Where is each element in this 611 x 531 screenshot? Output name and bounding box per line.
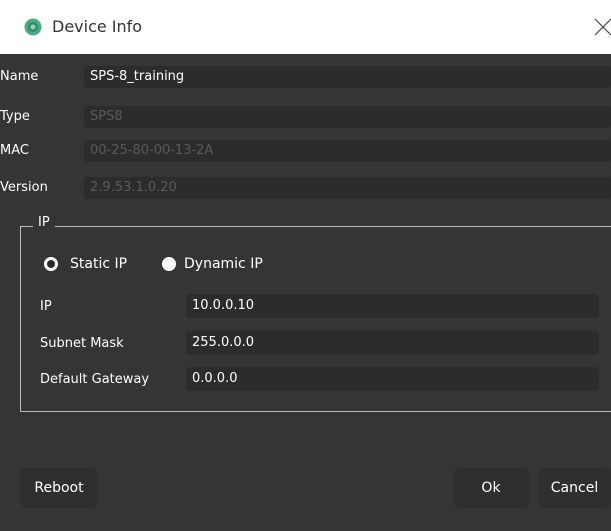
ip-group-title: IP bbox=[33, 215, 55, 230]
app-icon bbox=[24, 18, 42, 36]
mac-field: 00-25-80-00-13-2A bbox=[84, 140, 611, 162]
gateway-label: Default Gateway bbox=[40, 372, 150, 387]
name-label: Name bbox=[0, 69, 39, 84]
name-field[interactable]: SPS-8_training bbox=[84, 66, 611, 88]
mac-label: MAC bbox=[0, 143, 29, 158]
dynamic-ip-label: Dynamic IP bbox=[184, 256, 263, 272]
version-label: Version bbox=[0, 180, 48, 195]
ip-field[interactable]: 10.0.0.10 bbox=[186, 294, 599, 318]
subnet-field[interactable]: 255.0.0.0 bbox=[186, 331, 599, 355]
version-field: 2.9.53.1.0.20 bbox=[84, 177, 611, 199]
type-field: SPS8 bbox=[84, 106, 611, 128]
radio-checked-icon bbox=[44, 257, 58, 271]
ip-label: IP bbox=[40, 299, 52, 314]
ok-button[interactable]: Ok bbox=[453, 468, 529, 508]
cancel-button[interactable]: Cancel bbox=[538, 468, 611, 508]
reboot-button[interactable]: Reboot bbox=[20, 468, 98, 508]
dialog-content: Name SPS-8_training Type SPS8 MAC 00-25-… bbox=[0, 54, 611, 531]
radio-unchecked-icon bbox=[162, 257, 176, 271]
window-title: Device Info bbox=[52, 17, 143, 36]
subnet-label: Subnet Mask bbox=[40, 336, 124, 351]
title-bar: Device Info bbox=[0, 0, 611, 54]
gateway-field[interactable]: 0.0.0.0 bbox=[186, 367, 599, 391]
static-ip-label: Static IP bbox=[70, 256, 128, 272]
close-icon[interactable] bbox=[592, 16, 611, 38]
type-label: Type bbox=[0, 109, 30, 124]
